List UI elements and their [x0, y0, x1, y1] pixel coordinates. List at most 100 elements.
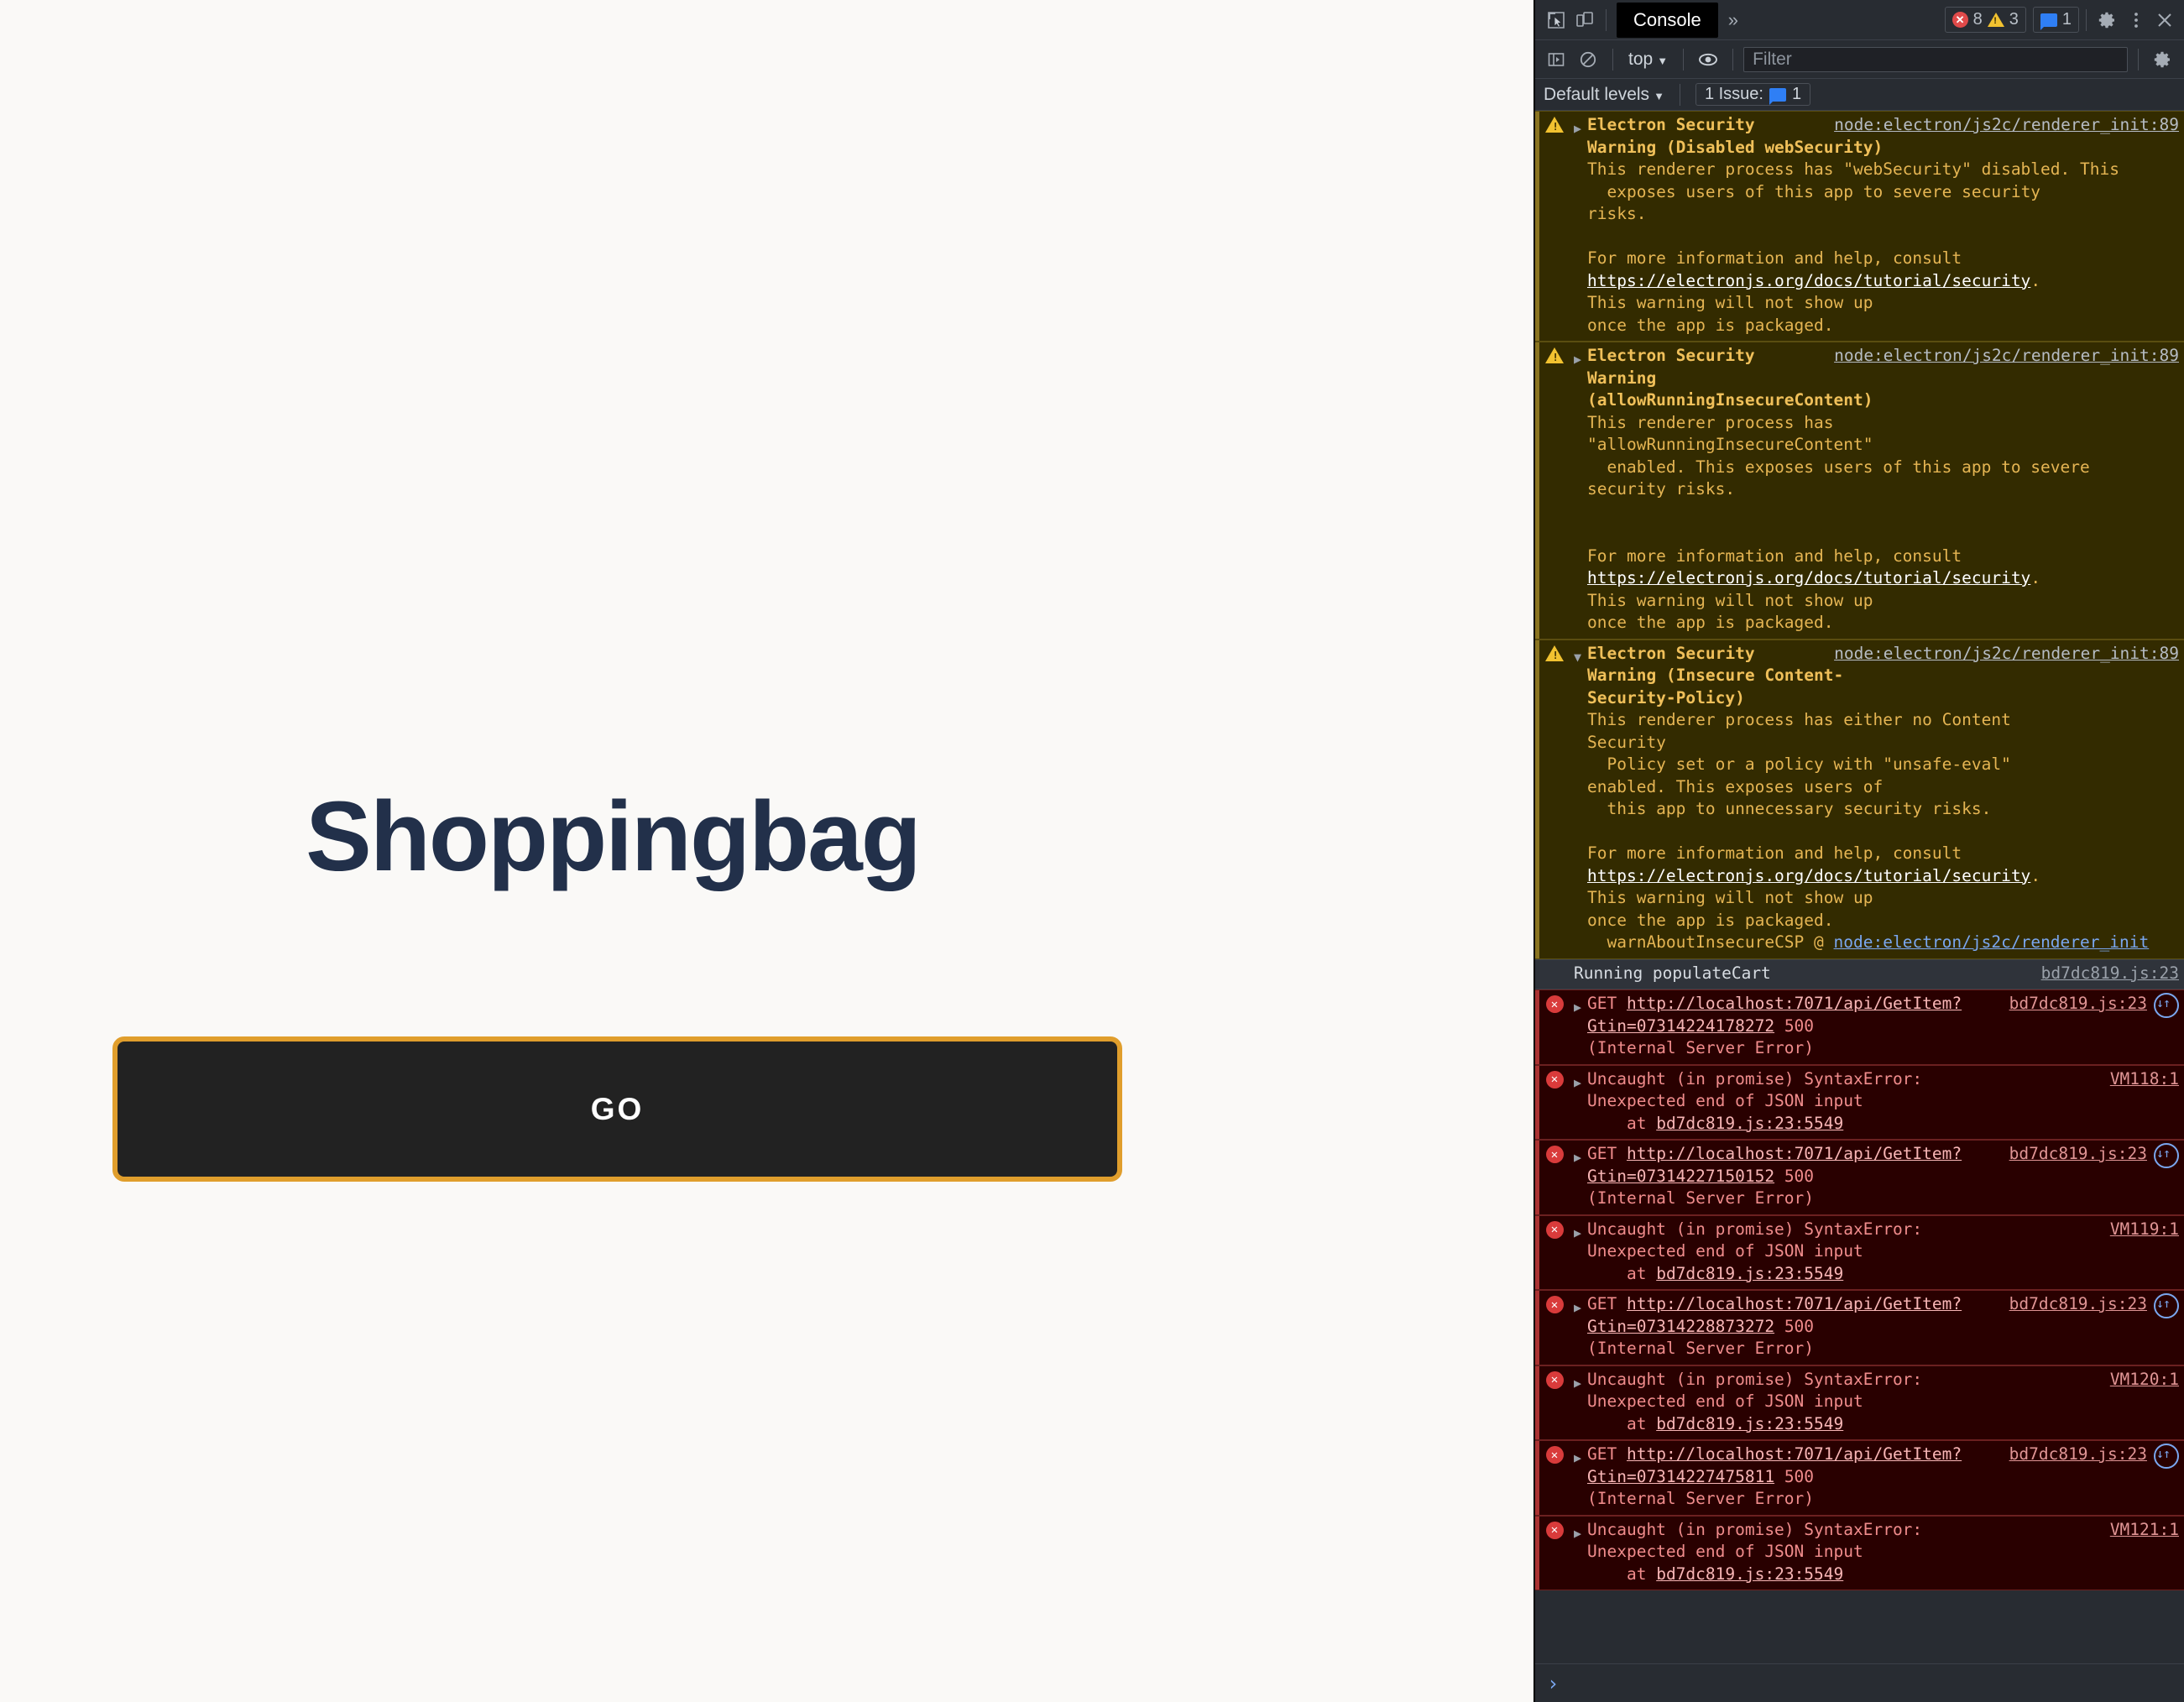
chevron-down-icon: ▼ — [1657, 54, 1669, 67]
toolbar-divider-c — [1732, 48, 1734, 70]
issues-bar-count: 1 — [1791, 85, 1802, 103]
filter-input[interactable] — [1743, 46, 2128, 72]
request-url-link[interactable]: http://localhost:7071/api/GetItem?Gtin=0… — [1587, 1144, 1962, 1186]
source-link[interactable]: bd7dc819.js:23 — [2009, 1293, 2147, 1316]
console-network-error[interactable]: ✕ ▶ GET http://localhost:7071/api/GetItem?… — [1535, 1440, 2184, 1516]
console-warning-message[interactable]: ▶node:electron/js2c/renderer_init:89Elec… — [1535, 111, 2184, 342]
source-link[interactable]: VM119:1 — [2100, 1219, 2179, 1241]
expand-arrow-icon[interactable]: ▶ — [1574, 1068, 1587, 1094]
console-network-error[interactable]: ✕ ▶ GET http://localhost:7071/api/GetItem?… — [1535, 1140, 2184, 1215]
expand-arrow-icon[interactable]: ▶ — [1574, 345, 1587, 371]
network-request-icon[interactable] — [2154, 1292, 2179, 1318]
error-icon: ✕ — [1535, 993, 1574, 1013]
expand-arrow-icon[interactable]: ▼ — [1574, 643, 1587, 669]
status-code: 500 — [1784, 1015, 1815, 1036]
expand-arrow-icon[interactable]: ▶ — [1574, 114, 1587, 140]
console-network-error[interactable]: ✕ ▶ GET http://localhost:7071/api/GetItem?… — [1535, 989, 2184, 1065]
console-error-message[interactable]: ✕ ▶ VM118:1 Uncaught (in promise) SyntaxErr… — [1535, 1064, 2184, 1140]
stack-source-link[interactable]: node:electron/js2c/renderer_init — [1834, 932, 2150, 952]
warning-icon — [1535, 114, 1574, 133]
go-button[interactable]: GO — [112, 1036, 1122, 1182]
security-docs-link[interactable]: https://electronjs.org/docs/tutorial/sec… — [1587, 866, 2030, 885]
console-error-message[interactable]: ✕ ▶ VM121:1 Uncaught (in promise) SyntaxErr… — [1535, 1515, 2184, 1590]
request-url-link[interactable]: http://localhost:7071/api/GetItem?Gtin=0… — [1587, 1444, 1962, 1486]
request-url-link[interactable]: http://localhost:7071/api/GetItem?Gtin=0… — [1587, 1294, 1962, 1336]
network-request-icon[interactable] — [2154, 992, 2179, 1018]
stack-source-link[interactable]: bd7dc819.js:23:5549 — [1656, 1414, 1843, 1433]
app-viewport: Shoppingbag GO — [0, 0, 1534, 1702]
device-toolbar-icon[interactable] — [1570, 6, 1599, 34]
expand-arrow-icon[interactable]: ▶ — [1574, 993, 1587, 1019]
console-sidebar-icon[interactable] — [1542, 45, 1570, 74]
expand-arrow-icon[interactable]: ▶ — [1574, 1219, 1587, 1245]
default-levels-select[interactable]: Default levels ▼ — [1544, 85, 1664, 105]
tab-console[interactable]: Console — [1617, 2, 1718, 38]
error-title: Uncaught (in promise) SyntaxError: — [1587, 1369, 1923, 1389]
error-title: Uncaught (in promise) SyntaxError: — [1587, 1519, 1923, 1539]
source-link[interactable]: bd7dc819.js:23 — [2009, 1143, 2147, 1166]
expand-arrow-icon[interactable]: ▶ — [1574, 1369, 1587, 1395]
source-link[interactable]: node:electron/js2c/renderer_init:89 — [1824, 114, 2179, 137]
error-detail: Unexpected end of JSON input — [1587, 1091, 1863, 1110]
http-method: GET — [1587, 1294, 1617, 1313]
stack-source-link[interactable]: bd7dc819.js:23:5549 — [1656, 1564, 1843, 1584]
request-url-link[interactable]: http://localhost:7071/api/GetItem?Gtin=0… — [1587, 994, 1962, 1036]
http-method: GET — [1587, 1144, 1617, 1163]
source-link[interactable]: bd7dc819.js:23 — [2009, 993, 2147, 1015]
source-link[interactable]: bd7dc819.js:23 — [2031, 963, 2179, 985]
console-warning-message[interactable]: ▶node:electron/js2c/renderer_init:89Elec… — [1535, 342, 2184, 640]
console-settings-gear-icon[interactable] — [2149, 45, 2177, 74]
source-link[interactable]: node:electron/js2c/renderer_init:89 — [1824, 643, 2179, 666]
issues-counter[interactable]: 1 — [2032, 7, 2079, 33]
status-text: (Internal Server Error) — [1587, 1489, 1815, 1508]
toolbar-divider-b — [1683, 48, 1685, 70]
issues-bar-label: 1 Issue: — [1704, 85, 1763, 103]
gear-icon[interactable] — [2093, 6, 2122, 34]
console-warning-message[interactable]: ▼ node:electron/js2c/renderer_init:89Elec… — [1535, 639, 2184, 959]
toolbar-divider-a — [1612, 48, 1613, 70]
security-docs-link[interactable]: https://electronjs.org/docs/tutorial/sec… — [1587, 568, 2030, 587]
inspect-element-icon[interactable] — [1542, 6, 1570, 34]
network-error-body: GET http://localhost:7071/api/GetItem?Gt… — [1587, 1293, 2009, 1360]
error-warning-counter[interactable]: ✕ 8 3 — [1944, 7, 2026, 33]
warning-title: Electron Security Warning (Insecure Cont… — [1587, 643, 1844, 707]
error-count: 8 — [1972, 10, 1983, 29]
stack-at-label: at — [1626, 1263, 1647, 1283]
network-request-icon[interactable] — [2154, 1142, 2179, 1168]
stack-source-link[interactable]: bd7dc819.js:23:5549 — [1656, 1264, 1843, 1283]
execution-context-label: top — [1628, 49, 1654, 69]
console-error-message[interactable]: ✕ ▶ VM120:1 Uncaught (in promise) SyntaxErr… — [1535, 1365, 2184, 1440]
issue-count: 1 — [2061, 10, 2072, 29]
stack-source-link[interactable]: bd7dc819.js:23:5549 — [1656, 1114, 1843, 1133]
tabstrip-divider-2 — [2086, 8, 2087, 31]
stack-at-label: at — [1626, 1413, 1647, 1433]
http-method: GET — [1587, 1444, 1617, 1464]
console-message-list[interactable]: ▶node:electron/js2c/renderer_init:89Elec… — [1535, 111, 2184, 1663]
status-code: 500 — [1784, 1316, 1815, 1336]
execution-context-select[interactable]: top ▼ — [1623, 50, 1673, 70]
source-link[interactable]: bd7dc819.js:23 — [2009, 1444, 2147, 1466]
source-link[interactable]: VM120:1 — [2100, 1369, 2179, 1391]
console-error-message[interactable]: ✕ ▶ VM119:1 Uncaught (in promise) SyntaxErr… — [1535, 1214, 2184, 1290]
more-tabs-icon[interactable]: » — [1718, 9, 1748, 31]
live-expression-icon[interactable] — [1694, 45, 1722, 74]
kebab-menu-icon[interactable] — [2122, 6, 2150, 34]
clear-console-icon[interactable] — [1574, 45, 1602, 74]
close-icon[interactable] — [2150, 6, 2179, 34]
devtools-panel: Console » ✕ 8 3 1 — [1534, 0, 2184, 1702]
expand-arrow-icon[interactable]: ▶ — [1574, 1143, 1587, 1169]
console-network-error[interactable]: ✕ ▶ GET http://localhost:7071/api/GetItem?… — [1535, 1290, 2184, 1365]
expand-arrow-icon[interactable]: ▶ — [1574, 1519, 1587, 1545]
issues-bar[interactable]: 1 Issue: 1 — [1695, 83, 1811, 106]
expand-arrow-icon[interactable]: ▶ — [1574, 1293, 1587, 1319]
security-docs-link[interactable]: https://electronjs.org/docs/tutorial/sec… — [1587, 271, 2030, 290]
error-icon: ✕ — [1535, 1519, 1574, 1539]
console-prompt[interactable]: › — [1535, 1663, 2184, 1702]
console-info-message[interactable]: Running populateCart bd7dc819.js:23 — [1535, 958, 2184, 989]
network-error-body: GET http://localhost:7071/api/GetItem?Gt… — [1587, 1143, 2009, 1210]
source-link[interactable]: VM118:1 — [2100, 1068, 2179, 1091]
source-link[interactable]: node:electron/js2c/renderer_init:89 — [1824, 345, 2179, 368]
network-request-icon[interactable] — [2154, 1443, 2179, 1469]
expand-arrow-icon[interactable]: ▶ — [1574, 1444, 1587, 1470]
source-link[interactable]: VM121:1 — [2100, 1519, 2179, 1542]
